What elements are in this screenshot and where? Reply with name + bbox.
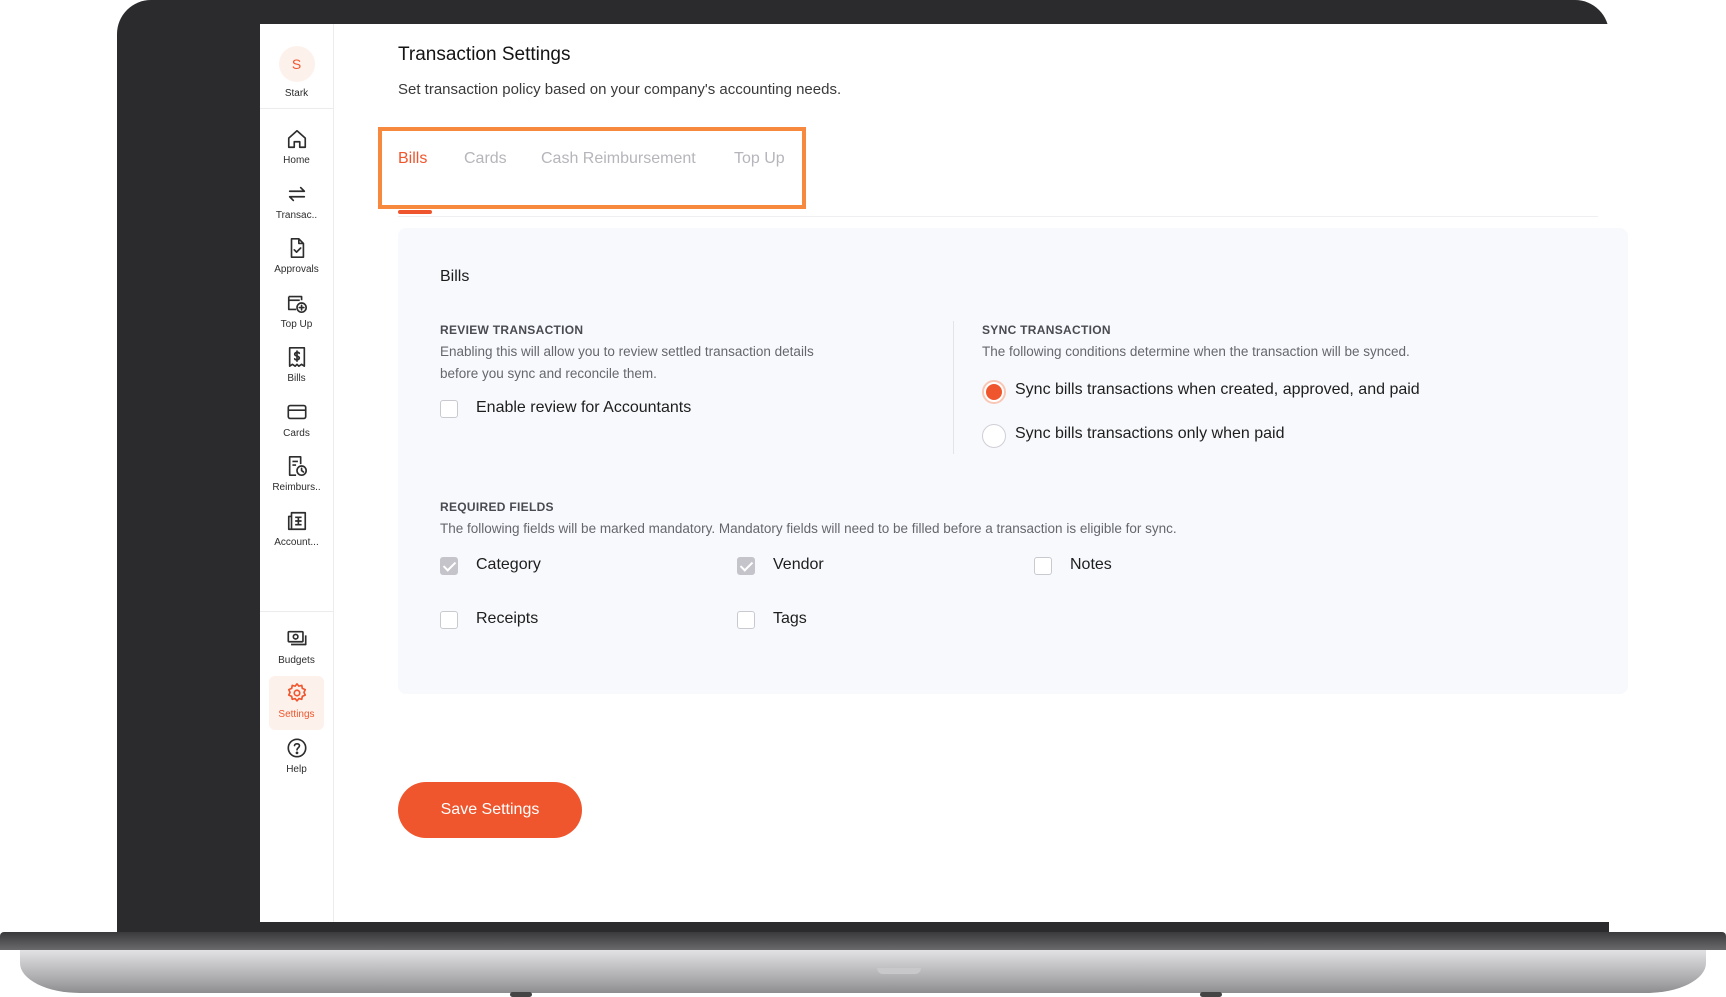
save-settings-button[interactable]: Save Settings (398, 782, 582, 838)
radio-button[interactable] (982, 424, 1006, 448)
required-fields-description: The following fields will be marked mand… (440, 521, 1177, 536)
sidebar-item-label: Home (283, 155, 310, 166)
sidebar-item-label: Help (286, 764, 307, 775)
field-vendor-checkbox[interactable]: Vendor (737, 556, 877, 578)
section-divider (953, 321, 954, 454)
sidebar-item-reimbursements[interactable]: Reimburs.. (269, 449, 324, 503)
checkbox-box[interactable] (737, 557, 755, 575)
org-switcher[interactable]: S Stark (260, 46, 333, 99)
sync-description: The following conditions determine when … (982, 344, 1410, 359)
radio-label: Sync bills transactions when created, ap… (1015, 381, 1420, 398)
checkbox-box[interactable] (440, 557, 458, 575)
sidebar-item-label: Transac.. (275, 210, 318, 221)
sync-option-only-paid[interactable]: Sync bills transactions only when paid (982, 424, 1322, 448)
gear-icon (287, 683, 306, 702)
main-content: Transaction Settings Set transaction pol… (378, 24, 1678, 922)
radio-label: Sync bills transactions only when paid (1015, 425, 1285, 442)
laptop-base (0, 932, 1726, 997)
sidebar-item-label: Budgets (278, 655, 315, 666)
bill-dollar-icon (288, 347, 305, 367)
receipt-clock-icon (288, 456, 307, 476)
sidebar-divider (260, 108, 333, 109)
sidebar-item-label: Approvals (274, 264, 319, 275)
app-screen: S Stark Home Transac.. Approvals Top Up (260, 24, 1700, 922)
sidebar-item-label: Bills (287, 373, 306, 384)
field-category-checkbox[interactable]: Category (440, 556, 580, 578)
sidebar-item-label: Cards (283, 428, 310, 439)
laptop-frame: S Stark Home Transac.. Approvals Top Up (117, 0, 1700, 937)
checkbox-label: Tags (773, 610, 807, 627)
sync-heading: SYNC TRANSACTION (982, 323, 1111, 337)
checkbox-box[interactable] (440, 611, 458, 629)
radio-button[interactable] (982, 380, 1006, 404)
sidebar: S Stark Home Transac.. Approvals Top Up (260, 24, 334, 922)
field-receipts-checkbox[interactable]: Receipts (440, 610, 580, 632)
checkbox-box[interactable] (737, 611, 755, 629)
help-icon (286, 738, 307, 758)
sidebar-item-settings[interactable]: Settings (269, 676, 324, 730)
checkbox-label: Notes (1070, 556, 1112, 573)
enable-review-checkbox[interactable]: Enable review for Accountants (440, 399, 720, 421)
org-avatar[interactable]: S (278, 46, 315, 82)
money-icon (286, 630, 307, 646)
sidebar-item-top-up[interactable]: Top Up (269, 286, 324, 340)
card-icon (286, 404, 307, 420)
page-subtitle: Set transaction policy based on your com… (398, 81, 842, 98)
sidebar-item-cards[interactable]: Cards (269, 395, 324, 449)
laptop-body (20, 950, 1706, 997)
review-description-line-2: before you sync and reconcile them. (440, 366, 657, 381)
sidebar-item-approvals[interactable]: Approvals (269, 231, 324, 285)
wallet-plus-icon (287, 295, 307, 313)
sidebar-item-label: Reimburs.. (272, 482, 321, 493)
active-tab-indicator (398, 210, 432, 214)
sidebar-item-label: Settings (278, 709, 315, 720)
laptop-notch (877, 968, 921, 974)
checkbox-label: Vendor (773, 556, 824, 573)
sidebar-item-label: Account... (274, 537, 319, 548)
ledger-icon (287, 511, 306, 531)
page-title: Transaction Settings (398, 44, 571, 65)
checkbox-box[interactable] (1034, 557, 1052, 575)
sidebar-item-home[interactable]: Home (269, 122, 324, 176)
field-tags-checkbox[interactable]: Tags (737, 610, 877, 632)
checkbox-label: Category (476, 556, 541, 573)
checkbox-label: Enable review for Accountants (476, 399, 692, 416)
checkbox-label: Receipts (476, 610, 539, 627)
review-heading: REVIEW TRANSACTION (440, 323, 584, 337)
sidebar-item-budgets[interactable]: Budgets (269, 622, 324, 676)
required-fields-heading: REQUIRED FIELDS (440, 500, 554, 514)
bills-settings-card: Bills REVIEW TRANSACTION Enabling this w… (398, 228, 1628, 694)
card-title: Bills (440, 268, 470, 285)
sync-option-created-approved-paid[interactable]: Sync bills transactions when created, ap… (982, 380, 1442, 404)
laptop-hinge (0, 932, 1726, 950)
sidebar-item-help[interactable]: Help (269, 731, 324, 785)
sidebar-item-accounting[interactable]: Account... (269, 504, 324, 558)
sidebar-item-label: Top Up (280, 319, 313, 330)
review-description-line-1: Enabling this will allow you to review s… (440, 344, 814, 359)
sidebar-item-bills[interactable]: Bills (269, 340, 324, 394)
document-check-icon (290, 238, 304, 258)
field-notes-checkbox[interactable]: Notes (1034, 556, 1174, 578)
sidebar-divider (260, 611, 333, 612)
checkbox-box[interactable] (440, 400, 458, 418)
sidebar-item-transactions[interactable]: Transac.. (269, 177, 324, 231)
tabs-highlight-box (378, 127, 806, 209)
org-name: Stark (284, 88, 309, 99)
transfer-icon (288, 186, 305, 202)
home-icon (287, 129, 306, 149)
